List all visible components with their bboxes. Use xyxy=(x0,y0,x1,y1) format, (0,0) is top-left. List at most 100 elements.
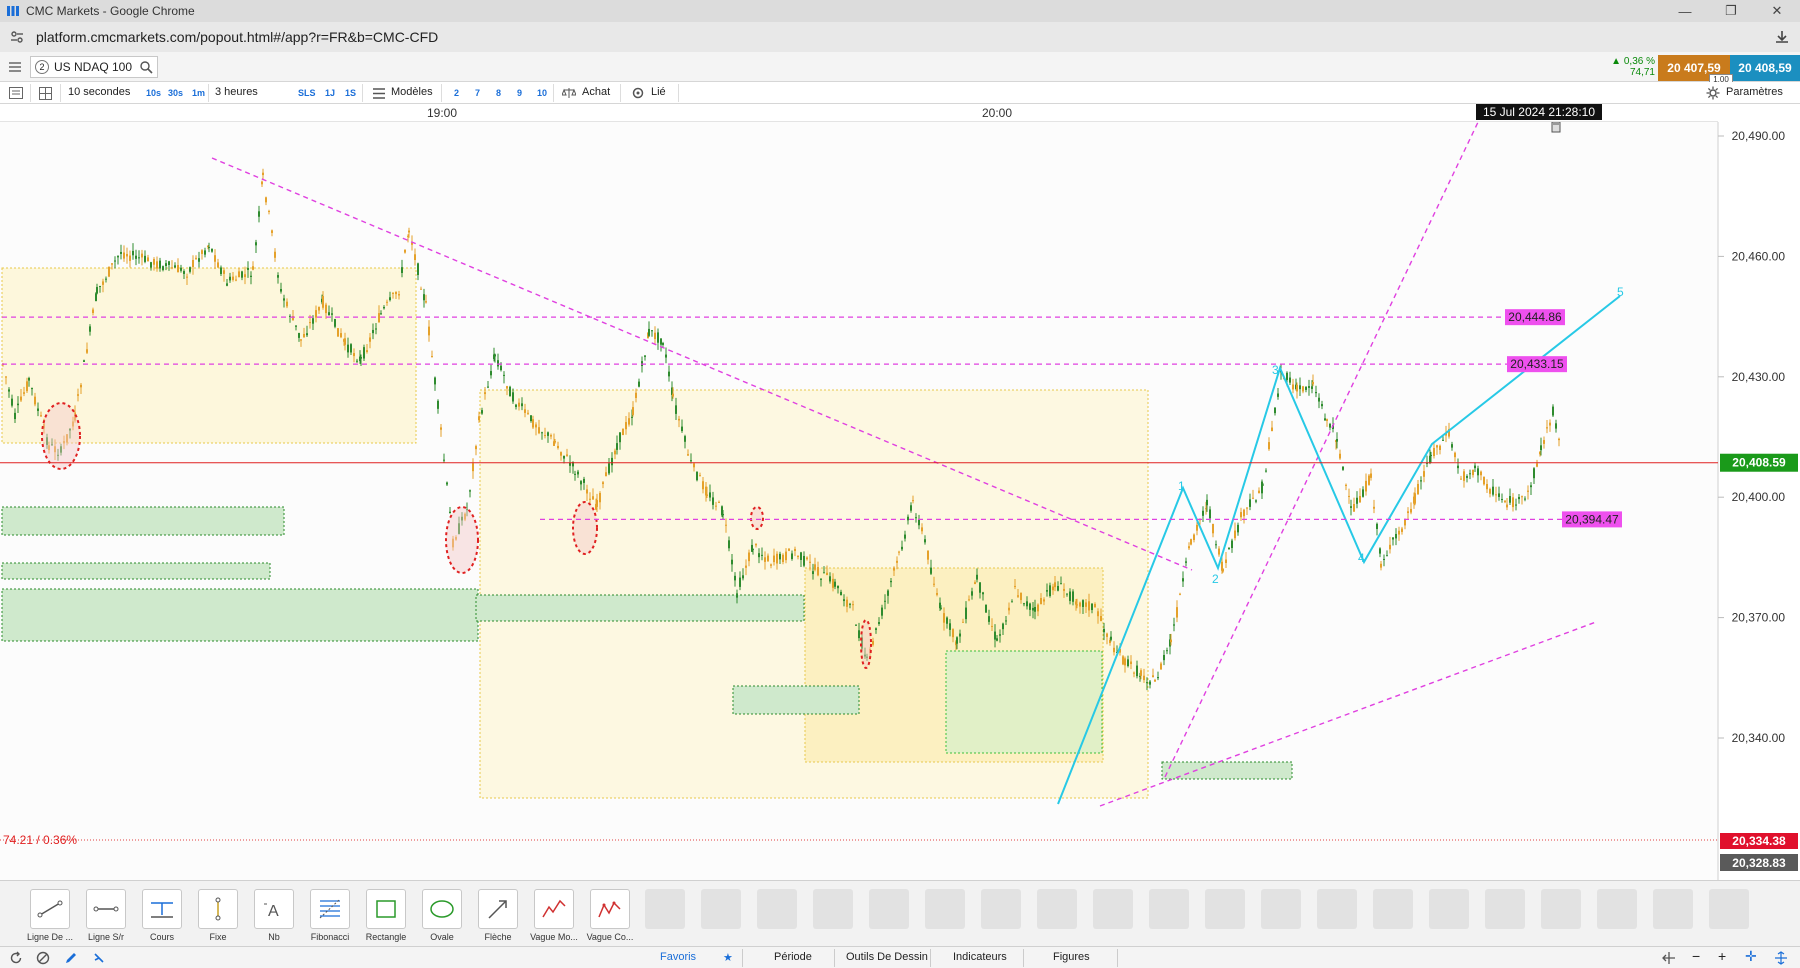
zoom-in-icon[interactable]: + xyxy=(1718,948,1726,964)
candle-body xyxy=(910,505,912,511)
candle-body xyxy=(814,564,816,570)
tab-drawing-tools[interactable]: Outils De Dessin xyxy=(846,951,928,963)
tool-text[interactable]: A Nb xyxy=(250,889,298,942)
tool-corrective-wave[interactable]: Vague Co... xyxy=(586,889,634,942)
interval-30s[interactable]: 30s xyxy=(168,88,183,98)
range-sls[interactable]: SLS xyxy=(298,88,316,98)
gear-icon[interactable] xyxy=(1706,86,1720,100)
price-chart[interactable]: 1 2 3 4 5 20,444.86 20,433.15 20,394.47 20,… xyxy=(0,122,1800,880)
candle-body xyxy=(5,376,7,378)
candle-body xyxy=(1436,445,1438,448)
price-icon xyxy=(151,902,173,918)
candle-body xyxy=(417,263,419,276)
tool-trendline[interactable]: Ligne De ... xyxy=(26,889,74,942)
tool-arrow[interactable]: Flèche xyxy=(474,889,522,942)
hamburger-menu-icon[interactable] xyxy=(8,60,22,74)
empty-tool-slot xyxy=(1597,889,1637,929)
candle-body xyxy=(189,267,191,272)
candle-body xyxy=(605,472,607,477)
url-text[interactable]: platform.cmcmarkets.com/popout.html#/app… xyxy=(36,29,438,45)
settings-button[interactable]: Paramètres xyxy=(1726,86,1783,98)
range-1j[interactable]: 1J xyxy=(325,88,335,98)
candle-body xyxy=(363,347,365,359)
crosshair-icon[interactable]: ✛ xyxy=(1745,948,1757,965)
minimize-icon[interactable]: — xyxy=(1662,0,1708,22)
multi-chart-7[interactable]: 7 xyxy=(475,88,480,98)
oval-icon xyxy=(430,900,454,918)
candle-body xyxy=(1088,601,1090,611)
tab-period[interactable]: Période xyxy=(774,951,812,963)
multi-chart-10[interactable]: 10 xyxy=(537,88,547,98)
candle-body xyxy=(1543,440,1545,444)
refresh-icon[interactable] xyxy=(9,951,23,965)
interval-select[interactable]: 10 secondes xyxy=(68,86,130,98)
tab-indicators[interactable]: Indicateurs xyxy=(953,951,1007,963)
pencil-icon[interactable] xyxy=(64,951,78,965)
tool-oval[interactable]: Ovale xyxy=(418,889,466,942)
candle-body xyxy=(515,404,517,408)
address-bar: platform.cmcmarkets.com/popout.html#/app… xyxy=(0,22,1800,52)
download-icon[interactable] xyxy=(1774,29,1790,45)
close-icon[interactable]: ✕ xyxy=(1754,0,1800,22)
price-axis: 20,490.00 20,460.00 20,430.00 20,400.00 20,3… xyxy=(1718,129,1785,745)
tool-label: Ligne S/r xyxy=(87,932,125,942)
tab-favorites[interactable]: Favoris xyxy=(660,951,696,963)
candle-body xyxy=(715,505,717,507)
candle-body xyxy=(174,265,176,268)
linked-button[interactable]: Lié xyxy=(651,86,666,98)
tool-impulse-wave[interactable]: Vague Mo... xyxy=(530,889,578,942)
window-titlebar: CMC Markets - Google Chrome — ❐ ✕ xyxy=(0,0,1800,22)
restore-icon[interactable]: ❐ xyxy=(1708,0,1754,22)
candle-body xyxy=(108,266,110,277)
tool-sr-line[interactable]: Ligne S/r xyxy=(82,889,130,942)
multi-chart-8[interactable]: 8 xyxy=(496,88,501,98)
candle-body xyxy=(484,392,486,395)
chart-area[interactable]: 1 2 3 4 5 20,444.86 20,433.15 20,394.47 20,… xyxy=(0,122,1800,880)
zoom-out-icon[interactable]: − xyxy=(1692,948,1700,964)
candle-body xyxy=(162,266,164,271)
candle-body xyxy=(1348,495,1350,497)
search-icon[interactable] xyxy=(140,60,153,74)
tab-figures[interactable]: Figures xyxy=(1053,951,1090,963)
disable-icon[interactable] xyxy=(36,951,50,965)
panel-icon[interactable] xyxy=(9,87,23,99)
site-settings-icon[interactable] xyxy=(10,30,24,44)
ellipse-marker-4 xyxy=(750,506,764,530)
candle-body xyxy=(195,257,197,259)
tool-price[interactable]: Cours xyxy=(138,889,186,942)
empty-tool-slot xyxy=(1373,889,1413,929)
magnet-icon[interactable] xyxy=(92,951,106,965)
candle-body xyxy=(657,332,659,343)
buy-price-button[interactable]: 20 408,59 xyxy=(1730,55,1800,81)
tool-fixed[interactable]: Fixe xyxy=(194,889,242,942)
templates-button[interactable]: Modèles xyxy=(391,86,433,98)
multi-chart-9[interactable]: 9 xyxy=(517,88,522,98)
range-select[interactable]: 3 heures xyxy=(215,86,258,98)
range-1s[interactable]: 1S xyxy=(345,88,356,98)
instrument-selector[interactable]: 2 US NDAQ 100 xyxy=(30,56,158,78)
candle-body xyxy=(244,274,246,278)
expand-icon[interactable] xyxy=(1774,951,1788,965)
fit-icon[interactable] xyxy=(1662,951,1676,965)
candle-body xyxy=(1002,623,1004,630)
candle-body xyxy=(1265,470,1267,472)
multi-chart-2[interactable]: 2 xyxy=(454,88,459,98)
candle-body xyxy=(837,585,839,589)
candle-body xyxy=(1029,603,1031,610)
candle-body xyxy=(1395,533,1397,539)
interval-10s[interactable]: 10s xyxy=(146,88,161,98)
layout-icon[interactable] xyxy=(39,87,52,100)
candle-body xyxy=(731,559,733,565)
candle-body xyxy=(497,360,499,367)
interval-1m[interactable]: 1m xyxy=(192,88,205,98)
candle-body xyxy=(678,418,680,421)
star-icon[interactable]: ★ xyxy=(723,951,733,964)
candle-body xyxy=(1258,490,1260,494)
candle-body xyxy=(1315,391,1317,394)
tool-rectangle[interactable]: Rectangle xyxy=(362,889,410,942)
candle-body xyxy=(141,253,143,258)
candle-body xyxy=(803,555,805,566)
tool-fibonacci[interactable]: Fibonacci xyxy=(306,889,354,942)
candle-body xyxy=(356,360,358,362)
buy-button[interactable]: Achat xyxy=(582,86,610,98)
